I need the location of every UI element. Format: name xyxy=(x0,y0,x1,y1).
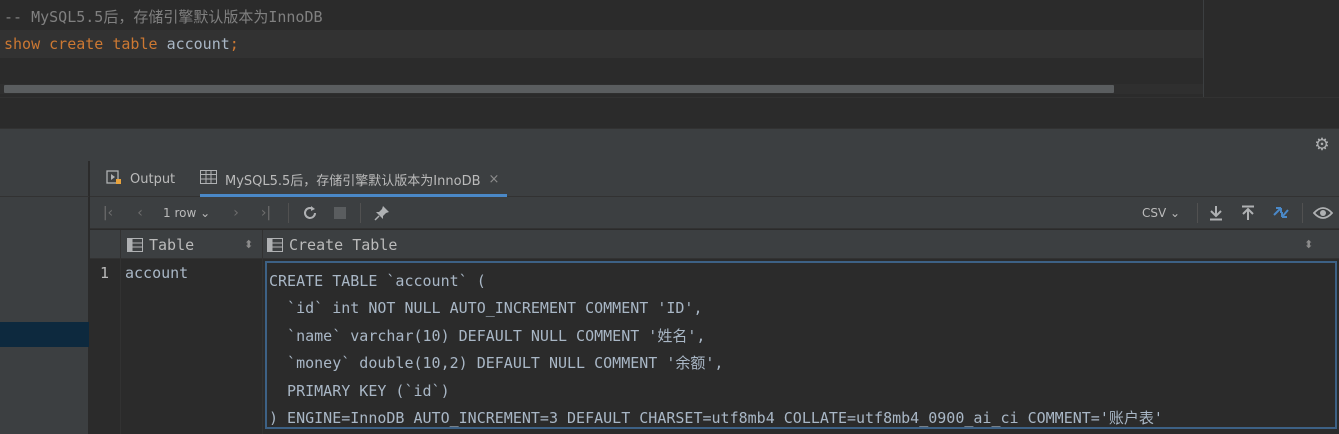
result-toolbar: |‹ ‹ 1 row ⌄ › ›| CSV ⌄ xyxy=(90,197,1339,229)
tab-query-result[interactable]: MySQL5.5后，存储引擎默认版本为InnoDB × xyxy=(200,161,508,197)
sql-query[interactable]: show create table account; xyxy=(4,34,239,54)
result-grid[interactable]: Table ⬍ Create Table ⬍ 1 account CREATE … xyxy=(90,230,1339,434)
compare-arrows-icon[interactable] xyxy=(1270,203,1294,223)
download-icon[interactable] xyxy=(1206,203,1226,223)
keyword-show: show xyxy=(4,35,41,53)
sql-editor[interactable]: -- MySQL5.5后，存储引擎默认版本为InnoDB show create… xyxy=(0,0,1339,97)
table-cell[interactable]: account xyxy=(125,264,188,282)
toolbar-separator xyxy=(288,203,289,223)
sort-icon[interactable]: ⬍ xyxy=(244,238,253,251)
first-page-icon[interactable]: |‹ xyxy=(100,203,116,223)
grid-header: Table ⬍ Create Table ⬍ xyxy=(90,230,1339,259)
services-header: ⚙ xyxy=(0,128,1339,161)
chevron-down-icon: ⌄ xyxy=(1170,206,1181,220)
toolbar-separator xyxy=(1197,203,1198,223)
stop-icon[interactable] xyxy=(332,203,348,223)
ddl-line: `name` varchar(10) DEFAULT NULL COMMENT … xyxy=(269,326,706,345)
tree-divider xyxy=(0,196,89,197)
keyword-create: create xyxy=(49,35,104,53)
identifier-account: account xyxy=(166,35,230,53)
column-icon xyxy=(267,237,283,252)
next-page-icon[interactable]: › xyxy=(228,203,244,223)
run-output-icon xyxy=(106,169,122,189)
column-icon xyxy=(127,237,143,252)
last-page-icon[interactable]: ›| xyxy=(258,203,274,223)
column-divider xyxy=(120,230,121,434)
tab-output[interactable]: Output xyxy=(106,161,175,197)
rows-label: 1 row xyxy=(163,206,197,220)
tree-selected-row[interactable] xyxy=(0,322,89,347)
previous-page-icon[interactable]: ‹ xyxy=(132,203,148,223)
column-divider xyxy=(262,230,263,434)
gear-icon[interactable]: ⚙ xyxy=(1313,136,1331,154)
column-header-table[interactable]: Table xyxy=(127,230,263,259)
export-format-select[interactable]: CSV ⌄ xyxy=(1142,203,1180,223)
table-grid-icon xyxy=(200,170,217,188)
sort-icon[interactable]: ⬍ xyxy=(1304,238,1313,251)
chevron-down-icon: ⌄ xyxy=(200,206,211,220)
row-number: 1 xyxy=(100,264,110,282)
ddl-line: CREATE TABLE `account` ( xyxy=(269,272,486,290)
page-size-select[interactable]: 1 row ⌄ xyxy=(163,203,210,223)
result-tabbar: Output MySQL5.5后，存储引擎默认版本为InnoDB × xyxy=(90,161,1339,197)
editor-right-margin xyxy=(1203,0,1204,97)
ddl-line: `id` int NOT NULL AUTO_INCREMENT COMMENT… xyxy=(269,299,703,318)
services-tree-panel[interactable] xyxy=(0,161,89,434)
sql-comment[interactable]: -- MySQL5.5后，存储引擎默认版本为InnoDB xyxy=(4,7,323,27)
upload-icon[interactable] xyxy=(1238,203,1258,223)
horizontal-scrollbar-thumb[interactable] xyxy=(4,85,1114,93)
statement-terminator: ; xyxy=(229,35,239,53)
export-format-label: CSV xyxy=(1142,206,1167,220)
pin-tab-icon[interactable] xyxy=(372,203,392,223)
ddl-line: `money` double(10,2) DEFAULT NULL COMMEN… xyxy=(269,354,724,373)
column-header-label: Table xyxy=(149,235,195,254)
ddl-line: PRIMARY KEY (`id`) xyxy=(269,381,450,400)
ddl-line: ) ENGINE=InnoDB AUTO_INCREMENT=3 DEFAULT… xyxy=(269,409,1163,428)
refresh-icon[interactable] xyxy=(300,203,320,223)
toolbar-separator xyxy=(1302,203,1303,223)
close-icon[interactable]: × xyxy=(489,172,500,187)
panel-separator xyxy=(0,97,1339,128)
column-header-create-table[interactable]: Create Table xyxy=(267,230,1337,259)
column-header-label: Create Table xyxy=(289,235,398,254)
tab-output-label: Output xyxy=(130,171,176,187)
toolbar-separator xyxy=(360,203,361,223)
eye-icon[interactable] xyxy=(1312,203,1334,223)
create-table-cell[interactable]: CREATE TABLE `account` ( `id` int NOT NU… xyxy=(265,261,1337,429)
tab-query-result-label: MySQL5.5后，存储引擎默认版本为InnoDB xyxy=(225,173,481,189)
keyword-table: table xyxy=(112,35,158,53)
